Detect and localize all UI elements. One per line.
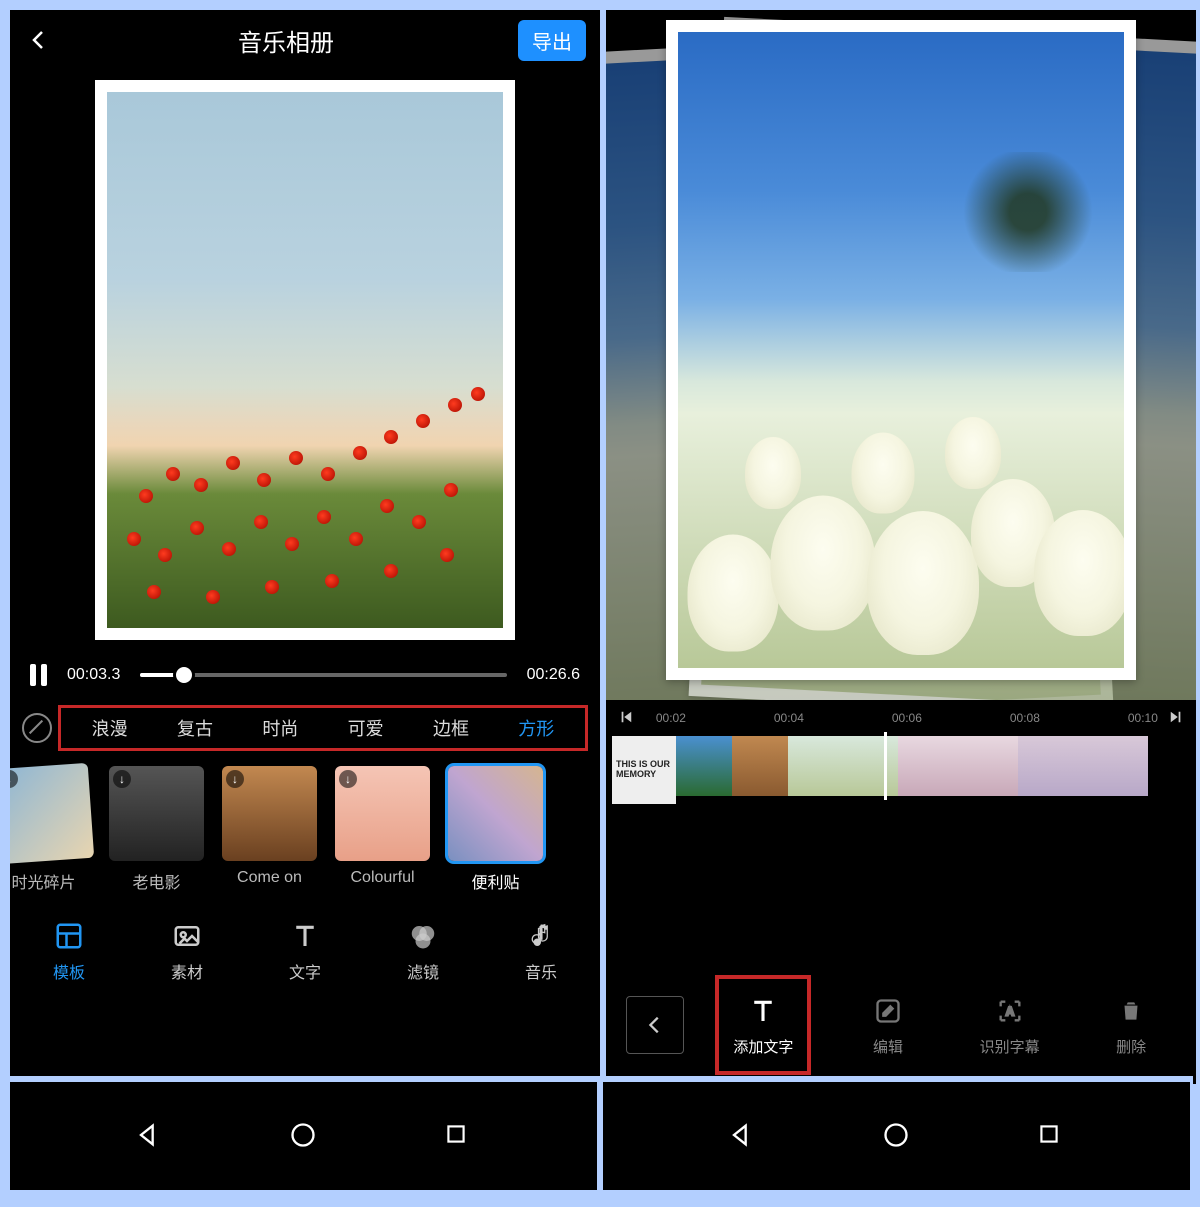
skip-end-icon[interactable] <box>1166 710 1186 727</box>
category-item[interactable]: 复古 <box>177 715 213 741</box>
delete-icon <box>1114 994 1148 1028</box>
text-tools-bar: 添加文字 编辑 A 识别字幕 删除 <box>606 970 1196 1084</box>
tab-label: 模板 <box>53 959 85 983</box>
tool-label: 删除 <box>1116 1036 1146 1057</box>
tab-filter[interactable]: 滤镜 <box>406 919 440 983</box>
assets-icon <box>170 919 204 953</box>
preview-photo <box>107 92 503 628</box>
timeline-clip[interactable]: THIS IS OUR MEMORY <box>612 736 676 804</box>
photo-frame[interactable] <box>95 80 515 640</box>
tab-label: 文字 <box>289 959 321 983</box>
template-label: 时光碎片 <box>11 869 75 893</box>
preview-area <box>10 70 600 650</box>
template-list[interactable]: 时光碎片 老电影 Come on Colourful 便利贴 <box>10 754 600 905</box>
total-time: 00:26.6 <box>527 666 580 684</box>
download-icon <box>339 770 357 788</box>
nav-back-icon[interactable] <box>134 1121 164 1151</box>
timeline-ruler[interactable]: 00:02 00:04 00:06 00:08 00:10 <box>606 700 1196 736</box>
export-button[interactable]: 导出 <box>518 20 586 61</box>
template-item[interactable]: Come on <box>222 766 317 893</box>
nav-home-icon[interactable] <box>882 1121 912 1151</box>
nav-recent-icon[interactable] <box>443 1121 473 1151</box>
template-item[interactable]: 老电影 <box>109 766 204 893</box>
preview-area[interactable] <box>606 10 1196 700</box>
tab-label: 音乐 <box>525 959 557 983</box>
delete-button[interactable]: 删除 <box>1086 994 1176 1057</box>
timeline-tick: 00:10 <box>1128 711 1158 725</box>
titlebar: 音乐相册 导出 <box>10 10 600 70</box>
text-icon <box>288 919 322 953</box>
tool-label: 添加文字 <box>733 1036 793 1057</box>
nav-home-icon[interactable] <box>289 1121 319 1151</box>
current-time: 00:03.3 <box>67 666 120 684</box>
category-item[interactable]: 可爱 <box>348 715 384 741</box>
caption-icon: A <box>993 994 1027 1028</box>
pause-button[interactable] <box>30 664 47 686</box>
category-item[interactable]: 时尚 <box>262 715 298 741</box>
nav-back-icon[interactable] <box>727 1121 757 1151</box>
add-text-button[interactable]: 添加文字 <box>715 975 811 1075</box>
category-item[interactable]: 边框 <box>433 715 469 741</box>
timeline-clip[interactable] <box>732 736 788 796</box>
bottom-tabs: 模板 素材 文字 滤镜 <box>10 905 600 993</box>
timeline-clip[interactable] <box>676 736 732 796</box>
edit-icon <box>871 994 905 1028</box>
android-navbar <box>7 1076 1193 1193</box>
template-label: Come on <box>237 869 302 887</box>
download-icon <box>226 770 244 788</box>
timeline-tick: 00:08 <box>1010 711 1040 725</box>
music-icon <box>524 919 558 953</box>
progress-slider[interactable] <box>140 673 506 677</box>
caption-recognition-button[interactable]: A 识别字幕 <box>965 994 1055 1057</box>
none-icon[interactable] <box>22 713 52 743</box>
category-item[interactable]: 浪漫 <box>92 715 128 741</box>
tool-label: 识别字幕 <box>980 1036 1040 1057</box>
nav-recent-icon[interactable] <box>1036 1121 1066 1151</box>
skip-start-icon[interactable] <box>616 710 636 727</box>
svg-text:A: A <box>1005 1005 1014 1018</box>
tab-template[interactable]: 模板 <box>52 919 86 983</box>
template-icon <box>52 919 86 953</box>
memory-text: THIS IS OUR MEMORY <box>616 760 672 780</box>
category-item-active[interactable]: 方形 <box>518 715 554 741</box>
tab-music[interactable]: 音乐 <box>524 919 558 983</box>
edit-button[interactable]: 编辑 <box>843 994 933 1057</box>
back-icon[interactable] <box>24 25 54 55</box>
template-label: 老电影 <box>132 869 180 893</box>
preview-photo <box>678 32 1124 668</box>
music-album-editor-screen: 音乐相册 导出 <box>10 10 600 1084</box>
text-icon <box>746 994 780 1028</box>
back-button[interactable] <box>626 996 684 1054</box>
tab-label: 滤镜 <box>407 959 439 983</box>
template-label: 便利贴 <box>471 869 519 893</box>
timeline-clip[interactable] <box>898 736 1018 796</box>
tab-assets[interactable]: 素材 <box>170 919 204 983</box>
template-item[interactable]: 时光碎片 <box>10 766 91 893</box>
timeline-clip[interactable] <box>788 736 898 796</box>
download-icon <box>113 770 131 788</box>
playhead[interactable] <box>884 732 887 800</box>
template-label: Colourful <box>350 869 414 887</box>
timeline-tick: 00:02 <box>656 711 686 725</box>
category-row: 浪漫 复古 时尚 可爱 边框 方形 <box>22 706 588 750</box>
tab-text[interactable]: 文字 <box>288 919 322 983</box>
timeline-tick: 00:06 <box>892 711 922 725</box>
tab-label: 素材 <box>171 959 203 983</box>
timeline-editor-screen: 00:02 00:04 00:06 00:08 00:10 THIS IS OU… <box>600 10 1196 1084</box>
player-bar: 00:03.3 00:26.6 <box>10 650 600 700</box>
category-list: 浪漫 复古 时尚 可爱 边框 方形 <box>58 705 588 751</box>
timeline-strip[interactable]: THIS IS OUR MEMORY <box>606 736 1196 796</box>
filter-icon <box>406 919 440 953</box>
page-title: 音乐相册 <box>238 23 334 58</box>
timeline-tick: 00:04 <box>774 711 804 725</box>
template-item[interactable]: Colourful <box>335 766 430 893</box>
template-item-selected[interactable]: 便利贴 <box>448 766 543 893</box>
timeline-clip[interactable] <box>1018 736 1148 796</box>
tool-label: 编辑 <box>873 1036 903 1057</box>
